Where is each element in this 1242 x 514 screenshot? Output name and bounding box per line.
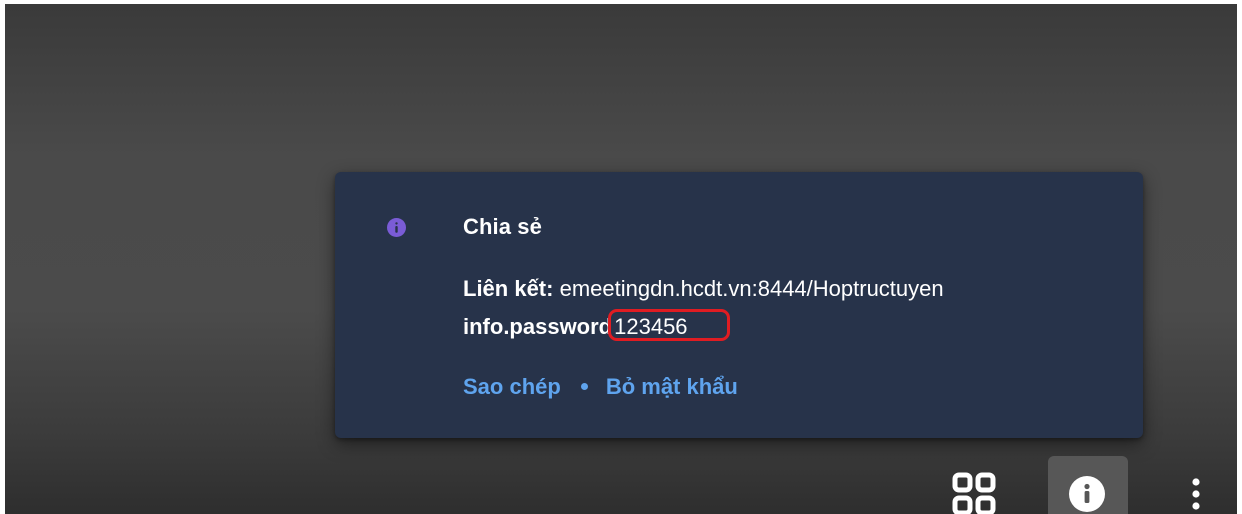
copy-link-button[interactable]: Sao chép bbox=[463, 374, 561, 399]
separator-dot bbox=[580, 382, 588, 390]
password-row: info.password 123456 bbox=[463, 309, 731, 341]
red-highlight-annotation bbox=[608, 309, 731, 341]
share-info-popup: Chia sẻ Liên kết: emeetingdn.hcdt.vn:844… bbox=[335, 172, 1143, 438]
popup-title: Chia sẻ bbox=[463, 214, 542, 239]
grid-view-icon[interactable] bbox=[952, 472, 996, 514]
popup-actions: Sao chép Bỏ mật khẩu bbox=[463, 374, 738, 400]
info-icon bbox=[1069, 476, 1105, 512]
more-vert-icon[interactable] bbox=[1186, 476, 1206, 514]
password-value-wrap: 123456 bbox=[608, 309, 731, 341]
info-toggle-button[interactable] bbox=[1048, 456, 1128, 514]
password-label: info.password bbox=[463, 314, 613, 339]
info-icon bbox=[387, 218, 406, 237]
link-value: emeetingdn.hcdt.vn:8444/Hoptructuyen bbox=[559, 276, 944, 301]
link-row: Liên kết: emeetingdn.hcdt.vn:8444/Hoptru… bbox=[463, 276, 944, 302]
video-stage: Chia sẻ Liên kết: emeetingdn.hcdt.vn:844… bbox=[5, 4, 1237, 514]
remove-password-button[interactable]: Bỏ mật khẩu bbox=[606, 374, 738, 399]
link-label: Liên kết: bbox=[463, 276, 554, 301]
